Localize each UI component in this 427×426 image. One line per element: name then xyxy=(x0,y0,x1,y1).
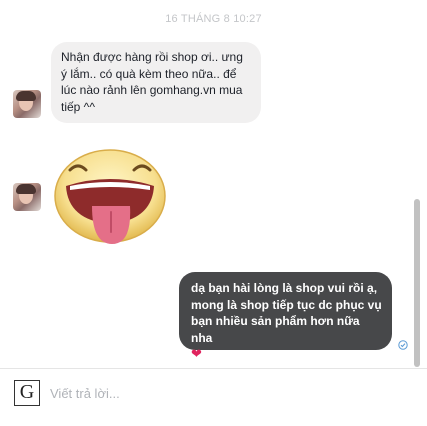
reply-composer: G xyxy=(0,368,427,426)
customer-avatar[interactable] xyxy=(13,183,41,211)
outgoing-message-text: dạ bạn hài lòng là shop vui rồi ạ, mong … xyxy=(191,281,382,345)
conversation-pane: 16 THÁNG 8 10:27 Nhận được hàng rồi shop… xyxy=(0,0,427,368)
check-circle-icon xyxy=(398,340,408,350)
incoming-message-bubble: Nhận được hàng rồi shop ơi.. ưng ý lắm..… xyxy=(51,42,261,123)
tongue-out-smiley-sticker xyxy=(54,149,166,244)
heart-icon: ❤ xyxy=(191,346,202,361)
reply-input[interactable] xyxy=(50,381,400,405)
g-logo-icon: G xyxy=(14,380,40,406)
customer-avatar[interactable] xyxy=(13,90,41,118)
outgoing-message-bubble: dạ bạn hài lòng là shop vui rồi ạ, mong … xyxy=(179,272,392,361)
scrollbar[interactable] xyxy=(414,199,420,367)
message-timestamp: 16 THÁNG 8 10:27 xyxy=(165,13,262,25)
